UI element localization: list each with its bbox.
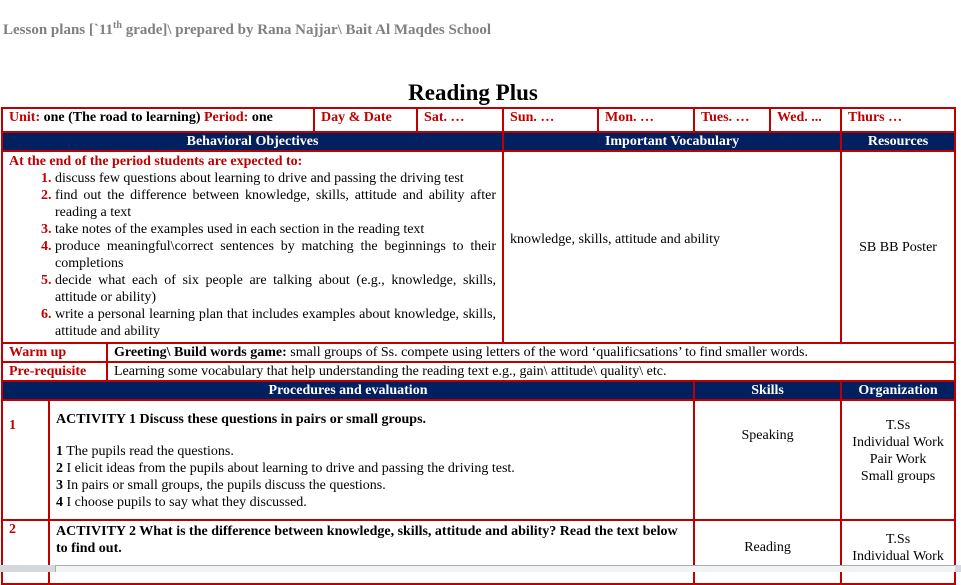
objective-item: decide what each of six people are talki… <box>55 272 496 306</box>
activity-step: 2 I elicit ideas from the pupils about l… <box>56 460 687 477</box>
step-number: 1 <box>56 444 63 459</box>
step-text: I choose pupils to say what they discuss… <box>63 495 307 510</box>
resources-cell: SB BB Poster <box>840 150 957 344</box>
objective-item: discuss few questions about learning to … <box>55 170 496 187</box>
activity-organization: T.Ss Individual Work <box>840 520 957 585</box>
day-wed: Wed. ... <box>769 107 843 133</box>
activity-skill: Speaking <box>693 399 843 521</box>
organization-item: T.Ss <box>885 418 911 433</box>
organization-header: Organization <box>840 380 957 401</box>
day-mon: Mon. … <box>597 107 696 133</box>
organization-item: T.Ss <box>885 532 911 547</box>
activity-title: ACTIVITY 2 What is the difference betwee… <box>56 524 678 556</box>
organization-item: Individual Work <box>852 435 944 450</box>
resources-header: Resources <box>840 131 957 152</box>
step-text: I elicit ideas from the pupils about lea… <box>63 461 515 476</box>
day-sat: Sat. … <box>416 107 505 133</box>
step-number: 2 <box>56 461 63 476</box>
step-text: In pairs or small groups, the pupils dis… <box>63 478 386 493</box>
organization-item: Individual Work <box>852 549 944 564</box>
objectives-cell: At the end of the period students are ex… <box>0 150 505 344</box>
prerequisite-label: Pre-requisite <box>1 361 108 382</box>
activity-number: 2 <box>1 520 50 585</box>
unit-value: one (The road to learning) <box>40 110 204 125</box>
organization-item: Small groups <box>860 469 936 484</box>
activity-organization: T.Ss Individual Work Pair Work Small gro… <box>840 399 957 521</box>
warmup-row: Warm up Greeting\ Build words game: smal… <box>1 342 957 363</box>
day-thurs: Thurs … <box>840 107 957 133</box>
day-date-label: Day & Date <box>313 107 419 133</box>
step-number: 4 <box>56 495 63 510</box>
objective-item: produce meaningful\correct sentences by … <box>55 238 496 272</box>
prerequisite-text: Learning some vocabulary that help under… <box>105 361 957 382</box>
activity-number: 1 <box>1 399 50 521</box>
activity-content: ACTIVITY 2 What is the difference betwee… <box>47 520 696 585</box>
objective-item: take notes of the examples used in each … <box>55 221 496 238</box>
warmup-text: small groups of Ss. compete using letter… <box>286 345 808 360</box>
unit-period-cell: Unit: one (The road to learning) Period:… <box>0 107 316 133</box>
vocabulary-header: Important Vocabulary <box>502 131 843 152</box>
header-prefix: Lesson plans [`11 <box>3 22 114 38</box>
activity-step: 4 I choose pupils to say what they discu… <box>56 494 687 511</box>
header-superscript: th <box>113 20 122 31</box>
skills-header: Skills <box>693 380 843 401</box>
page-title: Reading Plus <box>408 80 538 105</box>
period-label: Period: <box>203 110 249 125</box>
objectives-row: At the end of the period students are ex… <box>0 150 957 344</box>
organization-item: Pair Work <box>869 452 927 467</box>
warmup-label: Warm up <box>1 342 108 363</box>
activity-step: 1 The pupils read the questions. <box>56 443 687 460</box>
unit-label: Unit: <box>9 110 41 125</box>
info-row: Unit: one (The road to learning) Period:… <box>0 107 957 133</box>
document-header: Lesson plans [`11th grade]\ prepared by … <box>3 20 491 39</box>
warmup-bold: Greeting\ Build words game: <box>114 345 287 360</box>
objectives-header: Behavioral Objectives <box>0 131 505 152</box>
day-sun: Sun. … <box>502 107 600 133</box>
activity-row: 1 ACTIVITY 1 Discuss these questions in … <box>1 399 957 521</box>
warmup-cell: Greeting\ Build words game: small groups… <box>105 342 957 363</box>
objectives-list: discuss few questions about learning to … <box>9 170 496 340</box>
step-text: The pupils read the questions. <box>63 444 234 459</box>
procedures-header: Procedures and evaluation <box>0 380 696 401</box>
scrollbar-thumb[interactable] <box>55 565 955 572</box>
procedures-header-row: Procedures and evaluation Skills Organiz… <box>0 380 957 401</box>
objective-item: write a personal learning plan that incl… <box>55 306 496 340</box>
vocabulary-cell: knowledge, skills, attitude and ability <box>502 150 843 344</box>
horizontal-scrollbar[interactable] <box>0 565 961 572</box>
objectives-intro: At the end of the period students are ex… <box>9 154 303 169</box>
step-number: 3 <box>56 478 63 493</box>
objectives-header-row: Behavioral Objectives Important Vocabula… <box>0 131 957 152</box>
header-suffix: grade]\ prepared by Rana Najjar\ Bait Al… <box>121 22 491 38</box>
objective-item: find out the difference between knowledg… <box>55 187 496 221</box>
activity-skill: Reading <box>693 520 843 585</box>
activity-step: 3 In pairs or small groups, the pupils d… <box>56 477 687 494</box>
prerequisite-row: Pre-requisite Learning some vocabulary t… <box>1 361 957 382</box>
period-value: one <box>248 110 273 125</box>
activity-row: 2 ACTIVITY 2 What is the difference betw… <box>1 520 957 585</box>
activity-content: ACTIVITY 1 Discuss these questions in pa… <box>47 399 696 521</box>
activity-title: ACTIVITY 1 Discuss these questions in pa… <box>56 412 427 427</box>
lesson-plan-table: Unit: one (The road to learning) Period:… <box>0 107 957 585</box>
day-tues: Tues. … <box>693 107 772 133</box>
